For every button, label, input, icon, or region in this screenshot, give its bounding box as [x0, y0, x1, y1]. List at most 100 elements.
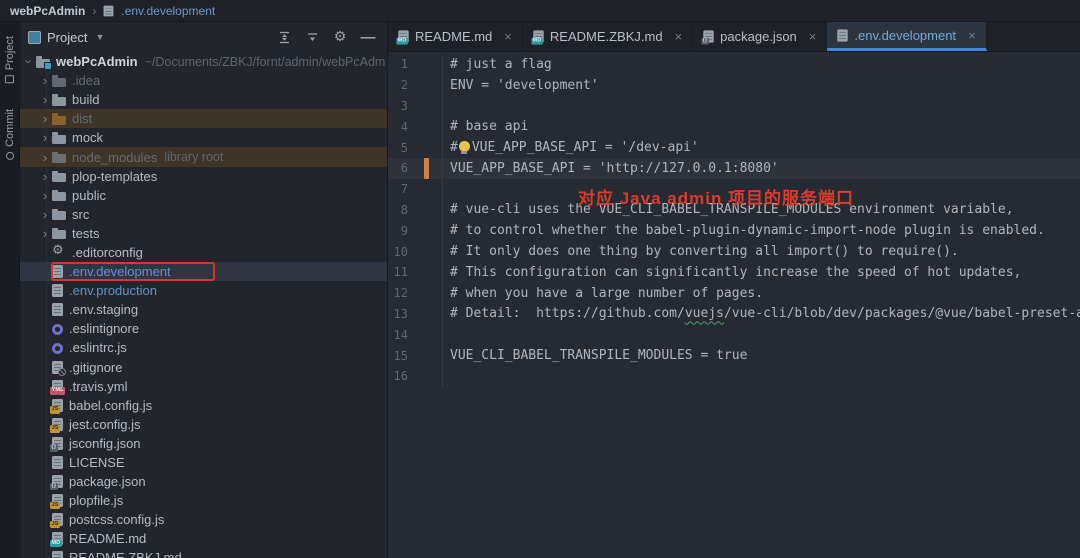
line-number: 5 — [388, 141, 408, 155]
chevron-icon[interactable]: › — [38, 227, 52, 240]
file-name: postcss.config.js — [69, 512, 164, 527]
intention-bulb-icon[interactable] — [459, 141, 470, 152]
folder-root-icon — [36, 59, 50, 68]
expand-all-button[interactable] — [273, 27, 295, 47]
editor-body[interactable]: 1# just a flag2ENV = 'development'34# ba… — [388, 52, 1080, 558]
close-icon[interactable]: × — [809, 30, 817, 43]
chevron-icon[interactable]: › — [38, 189, 52, 202]
tool-window-project[interactable]: Project — [4, 36, 16, 83]
tree-item-LICENSE[interactable]: LICENSE — [20, 453, 387, 472]
code-line-14[interactable]: 14 — [388, 324, 1080, 345]
project-tree: ›webPcAdmin~/Documents/ZBKJ/fornt/admin/… — [20, 52, 387, 558]
tree-item-jsconfig.json[interactable]: {}jsconfig.json — [20, 434, 387, 453]
tree-item-babel.config.js[interactable]: JS babel.config.js — [20, 396, 387, 415]
file-name: LICENSE — [69, 455, 125, 470]
chevron-icon[interactable]: › — [38, 170, 52, 183]
tree-item-.env.development[interactable]: .env.development — [20, 262, 387, 281]
code-line-11[interactable]: 11# This configuration can significantly… — [388, 262, 1080, 283]
tree-item-.eslintrc.js[interactable]: .eslintrc.js — [20, 338, 387, 357]
close-icon[interactable]: × — [504, 30, 512, 43]
code-line-12[interactable]: 12# when you have a large number of page… — [388, 283, 1080, 304]
json-icon: {} — [703, 30, 713, 42]
close-icon[interactable]: × — [968, 29, 976, 42]
code-line-6[interactable]: 6VUE_APP_BASE_API = 'http://127.0.0.1:80… — [388, 158, 1080, 179]
chevron-icon[interactable]: › — [38, 208, 52, 221]
tree-item-.gitignore[interactable]: .gitignore — [20, 358, 387, 377]
tree-item-dist[interactable]: ›dist — [20, 109, 387, 128]
gutter — [408, 283, 443, 304]
js-badge: JS — [50, 502, 60, 510]
tree-item-node_modules[interactable]: ›node_moduleslibrary root — [20, 147, 387, 166]
tree-item-src[interactable]: ›src — [20, 205, 387, 224]
collapse-all-button[interactable] — [301, 27, 323, 47]
file-name: babel.config.js — [69, 398, 152, 413]
code-line-16[interactable]: 16 — [388, 366, 1080, 387]
tab-package.json[interactable]: {} package.json × — [693, 22, 827, 51]
tree-item-README.md[interactable]: MDREADME.md — [20, 529, 387, 548]
chevron-icon[interactable]: › — [23, 55, 36, 69]
tree-item-README.ZBKJ.md[interactable]: MDREADME.ZBKJ.md — [20, 548, 387, 558]
file-name: build — [72, 92, 99, 107]
tab-.env.development[interactable]: .env.development × — [827, 22, 986, 51]
chevron-down-icon[interactable]: ▼ — [95, 32, 104, 42]
file-name: node_modules — [72, 150, 157, 165]
tree-item-build[interactable]: › build — [20, 90, 387, 109]
tree-item-tests[interactable]: ›tests — [20, 224, 387, 243]
file-name: .eslintrc.js — [69, 340, 127, 355]
tree-item-postcss.config.js[interactable]: JSpostcss.config.js — [20, 510, 387, 529]
chevron-icon[interactable]: › — [38, 151, 52, 164]
tool-window-commit[interactable]: Commit — [4, 109, 16, 160]
chevron-icon[interactable]: › — [38, 112, 52, 125]
gitfile-icon — [52, 361, 63, 374]
tree-item-plopfile.js[interactable]: JS plopfile.js — [20, 491, 387, 510]
tab-label: package.json — [720, 29, 797, 44]
file-name: .env.production — [69, 283, 157, 298]
tree-item-jest.config.js[interactable]: JSjest.config.js — [20, 415, 387, 434]
js-icon: JS — [52, 399, 63, 412]
close-icon[interactable]: × — [675, 30, 683, 43]
code-text: VUE_CLI_BABEL_TRANSPILE_MODULES = true — [443, 348, 747, 363]
tab-README.ZBKJ.md[interactable]: MDREADME.ZBKJ.md× — [523, 22, 693, 51]
chevron-icon[interactable]: › — [38, 93, 52, 106]
hide-panel-button[interactable]: — — [357, 27, 379, 47]
file-name: .eslintignore — [69, 321, 139, 336]
tree-item-.eslintignore[interactable]: .eslintignore — [20, 319, 387, 338]
tree-item-webPcAdmin[interactable]: ›webPcAdmin~/Documents/ZBKJ/fornt/admin/… — [20, 52, 387, 71]
code-line-2[interactable]: 2ENV = 'development' — [388, 75, 1080, 96]
project-panel-header: Project ▼ ⚙ — — [20, 22, 387, 52]
chevron-icon[interactable]: › — [38, 74, 52, 87]
tab-label: .env.development — [854, 28, 956, 43]
tab-README.md[interactable]: MDREADME.md× — [388, 22, 523, 51]
chevron-icon[interactable]: › — [38, 131, 52, 144]
tree-item-package.json[interactable]: {}package.json — [20, 472, 387, 491]
tree-item-.idea[interactable]: ›.idea — [20, 71, 387, 90]
code-line-3[interactable]: 3 — [388, 96, 1080, 117]
code-line-5[interactable]: 5#VUE_APP_BASE_API = '/dev-api' — [388, 137, 1080, 158]
code-line-4[interactable]: 4# base api — [388, 116, 1080, 137]
item-suffix: ~/Documents/ZBKJ/fornt/admin/webPcAdm — [145, 55, 386, 69]
code-line-1[interactable]: 1# just a flag — [388, 54, 1080, 75]
breadcrumb-file[interactable]: .env.development — [121, 4, 215, 18]
tree-item-.travis.yml[interactable]: YML.travis.yml — [20, 377, 387, 396]
file-name: .travis.yml — [69, 379, 128, 394]
tree-item-.env.staging[interactable]: .env.staging — [20, 300, 387, 319]
file-name: plopfile.js — [69, 493, 123, 508]
code-line-10[interactable]: 10# It only does one thing by converting… — [388, 241, 1080, 262]
tree-item-.env.production[interactable]: .env.production — [20, 281, 387, 300]
tree-item-plop-templates[interactable]: › plop-templates — [20, 167, 387, 186]
project-panel-title[interactable]: Project — [47, 30, 87, 45]
tree-item-public[interactable]: ›public — [20, 186, 387, 205]
code-text: # base api — [443, 119, 528, 134]
tree-item-.editorconfig[interactable]: .editorconfig — [20, 243, 387, 262]
file-name: plop-templates — [72, 169, 157, 184]
js-icon: JS — [52, 494, 63, 507]
json-icon: {} — [52, 437, 63, 450]
settings-gear-icon[interactable]: ⚙ — [329, 27, 351, 47]
gutter — [408, 241, 443, 262]
breadcrumb-project[interactable]: webPcAdmin — [10, 4, 85, 18]
tree-item-mock[interactable]: ›mock — [20, 128, 387, 147]
code-line-9[interactable]: 9# to control whether the babel-plugin-d… — [388, 220, 1080, 241]
code-text: # It only does one thing by converting a… — [443, 244, 959, 259]
code-line-13[interactable]: 13# Detail: https://github.com/vuejs/vue… — [388, 304, 1080, 325]
code-line-15[interactable]: 15VUE_CLI_BABEL_TRANSPILE_MODULES = true — [388, 345, 1080, 366]
